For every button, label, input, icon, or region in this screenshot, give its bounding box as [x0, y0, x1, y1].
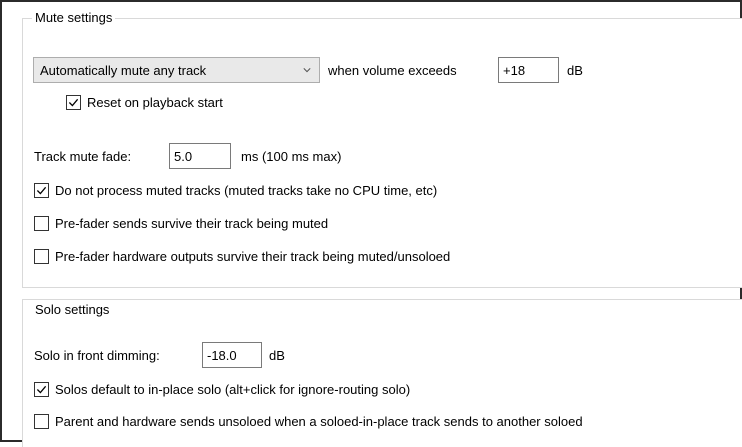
checkbox-box[interactable] — [34, 216, 49, 231]
mute-mode-dropdown[interactable]: Automatically mute any track — [33, 57, 320, 83]
mute-settings-title: Mute settings — [32, 10, 116, 25]
prefader-sends-survive-label: Pre-fader sends survive their track bein… — [55, 216, 329, 231]
reset-on-playback-label: Reset on playback start — [87, 95, 223, 110]
checkbox-box[interactable] — [34, 414, 49, 429]
threshold-unit-label: dB — [567, 63, 583, 78]
do-not-process-muted-label: Do not process muted tracks (muted track… — [55, 183, 438, 198]
volume-threshold-input[interactable]: +18 — [498, 57, 559, 83]
solos-in-place-label: Solos default to in-place solo (alt+clic… — [55, 382, 411, 397]
preferences-panel: Mute settings Automatically mute any tra… — [0, 0, 742, 447]
track-mute-fade-unit: ms (100 ms max) — [241, 149, 342, 164]
checkmark-icon — [36, 385, 47, 394]
checkbox-box[interactable] — [66, 95, 81, 110]
when-volume-exceeds-label: when volume exceeds — [328, 63, 457, 78]
do-not-process-muted-checkbox[interactable]: Do not process muted tracks (muted track… — [34, 183, 437, 198]
parent-hw-sends-unsoloed-label: Parent and hardware sends unsoloed when … — [55, 414, 583, 429]
solo-dimming-unit: dB — [269, 348, 285, 363]
checkmark-icon — [36, 186, 47, 195]
checkbox-box[interactable] — [34, 382, 49, 397]
checkmark-icon — [68, 98, 79, 107]
prefader-hw-outputs-survive-checkbox[interactable]: Pre-fader hardware outputs survive their… — [34, 249, 450, 264]
prefader-hw-outputs-survive-label: Pre-fader hardware outputs survive their… — [55, 249, 451, 264]
checkbox-box[interactable] — [34, 249, 49, 264]
solo-settings-title: Solo settings — [32, 302, 113, 317]
prefader-sends-survive-checkbox[interactable]: Pre-fader sends survive their track bein… — [34, 216, 328, 231]
solo-dimming-label: Solo in front dimming: — [34, 348, 160, 363]
checkbox-box[interactable] — [34, 183, 49, 198]
track-mute-fade-label: Track mute fade: — [34, 149, 132, 164]
mute-mode-value: Automatically mute any track — [40, 62, 207, 78]
solos-in-place-checkbox[interactable]: Solos default to in-place solo (alt+clic… — [34, 382, 410, 397]
track-mute-fade-input[interactable]: 5.0 — [169, 143, 231, 169]
reset-on-playback-checkbox[interactable]: Reset on playback start — [66, 95, 223, 110]
solo-dimming-input[interactable]: -18.0 — [202, 342, 262, 368]
parent-hw-sends-unsoloed-checkbox[interactable]: Parent and hardware sends unsoloed when … — [34, 414, 583, 429]
chevron-down-icon — [303, 68, 311, 73]
